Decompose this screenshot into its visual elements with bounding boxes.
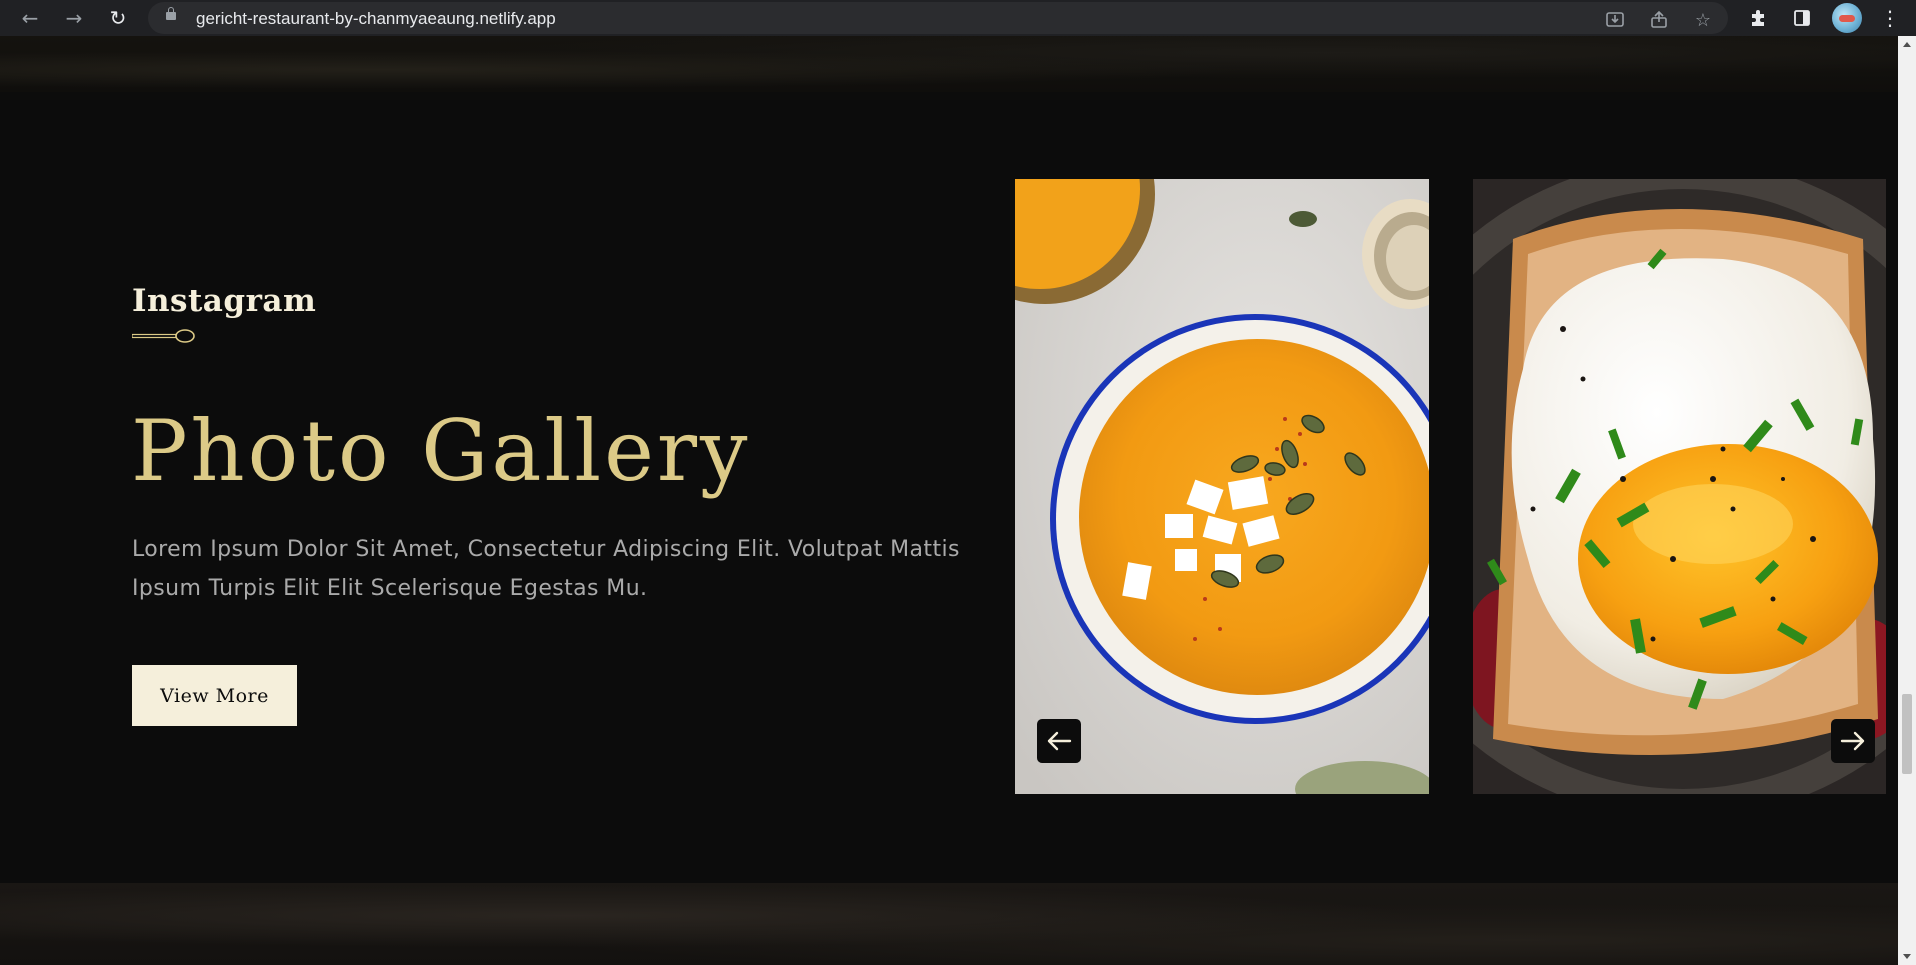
page-scrollbar[interactable] xyxy=(1898,36,1916,965)
scrollbar-thumb[interactable] xyxy=(1902,694,1912,774)
url-text[interactable]: gericht-restaurant-by-chanmyaeaung.netli… xyxy=(196,9,556,29)
extensions-icon[interactable] xyxy=(1744,4,1772,32)
side-panel-icon[interactable] xyxy=(1788,4,1816,32)
page-viewport: Instagram Photo Gallery Lorem Ipsum Dolo… xyxy=(0,36,1898,965)
scroll-down-icon[interactable] xyxy=(1903,954,1911,959)
arrow-right-icon[interactable] xyxy=(1831,719,1875,763)
previous-section-texture xyxy=(0,36,1898,92)
reload-icon[interactable]: ↻ xyxy=(104,4,132,32)
bookmark-star-icon[interactable]: ☆ xyxy=(1690,7,1716,33)
arrow-left-icon[interactable] xyxy=(1037,719,1081,763)
scroll-up-icon[interactable] xyxy=(1903,42,1911,47)
profile-avatar[interactable] xyxy=(1832,3,1862,33)
lock-icon[interactable] xyxy=(166,7,176,20)
install-icon[interactable] xyxy=(1602,7,1628,33)
view-more-button[interactable]: View More xyxy=(132,665,297,726)
section-subtitle: Instagram xyxy=(132,283,317,319)
fried-egg-toast-photo[interactable] xyxy=(1473,179,1886,794)
spoon-icon xyxy=(132,329,195,343)
next-section-texture xyxy=(0,883,1898,965)
forward-icon[interactable]: → xyxy=(60,4,88,32)
address-bar[interactable]: gericht-restaurant-by-chanmyaeaung.netli… xyxy=(148,2,1728,34)
page-title: Photo Gallery xyxy=(131,402,751,500)
menu-kebab-icon[interactable]: ⋮ xyxy=(1878,4,1902,32)
section-description: Lorem Ipsum Dolor Sit Amet, Consectetur … xyxy=(132,537,960,601)
pumpkin-soup-photo[interactable] xyxy=(1015,179,1429,794)
browser-toolbar: ← → ↻ gericht-restaurant-by-chanmyaeaung… xyxy=(0,0,1916,36)
share-icon[interactable] xyxy=(1646,7,1672,33)
back-icon[interactable]: ← xyxy=(16,4,44,32)
